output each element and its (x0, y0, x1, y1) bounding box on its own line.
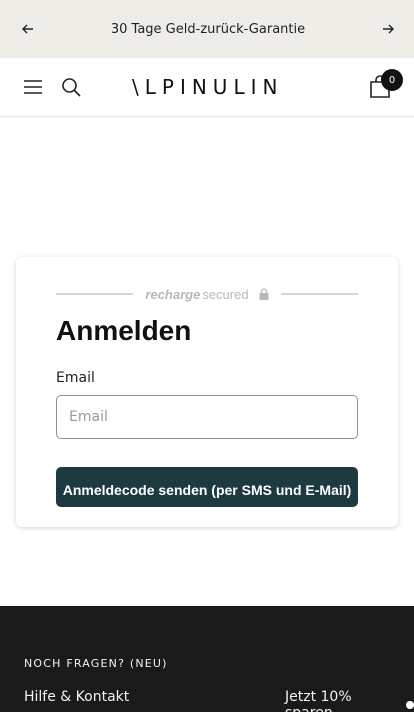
secured-label: recharge secured (133, 287, 281, 302)
divider (56, 293, 133, 295)
announcement-next-button[interactable] (378, 19, 398, 39)
arrow-left-icon (22, 24, 33, 34)
search-button[interactable] (61, 77, 81, 97)
hamburger-icon (24, 80, 42, 94)
cart-count-badge: 0 (381, 69, 403, 91)
divider (281, 293, 358, 295)
menu-button[interactable] (23, 77, 43, 97)
email-label: Email (56, 370, 95, 386)
secured-text: secured (202, 286, 249, 302)
login-card: recharge secured Anmelden Email Anmeldec… (16, 257, 398, 527)
search-icon (62, 78, 81, 97)
secured-banner: recharge secured (56, 285, 358, 303)
announcement-bar: 30 Tage Geld-zurück-Garantie (0, 0, 414, 58)
send-login-code-button[interactable]: Anmeldecode senden (per SMS und E-Mail) (56, 467, 358, 507)
arrow-right-icon (382, 24, 394, 34)
promo-label: Jetzt 10% sparen (285, 689, 352, 712)
site-footer: NOCH FRAGEN? (NEU) Hilfe & Kontakt Jetzt… (0, 606, 414, 712)
login-title: Anmelden (56, 315, 192, 346)
footer-heading: NOCH FRAGEN? (NEU) (24, 657, 168, 670)
announcement-text: 30 Tage Geld-zurück-Garantie (110, 21, 306, 37)
announcement-prev-button[interactable] (18, 19, 38, 39)
site-header: \LPINULIN 0 (0, 58, 414, 117)
promo-button[interactable]: Jetzt 10% sparen (285, 689, 414, 712)
email-field[interactable] (56, 395, 358, 439)
help-contact-link[interactable]: Hilfe & Kontakt (24, 689, 129, 705)
recharge-brand: recharge (145, 286, 201, 302)
lock-icon (259, 288, 269, 300)
promo-dot-icon (406, 701, 414, 709)
site-logo[interactable]: \LPINULIN (132, 75, 283, 99)
